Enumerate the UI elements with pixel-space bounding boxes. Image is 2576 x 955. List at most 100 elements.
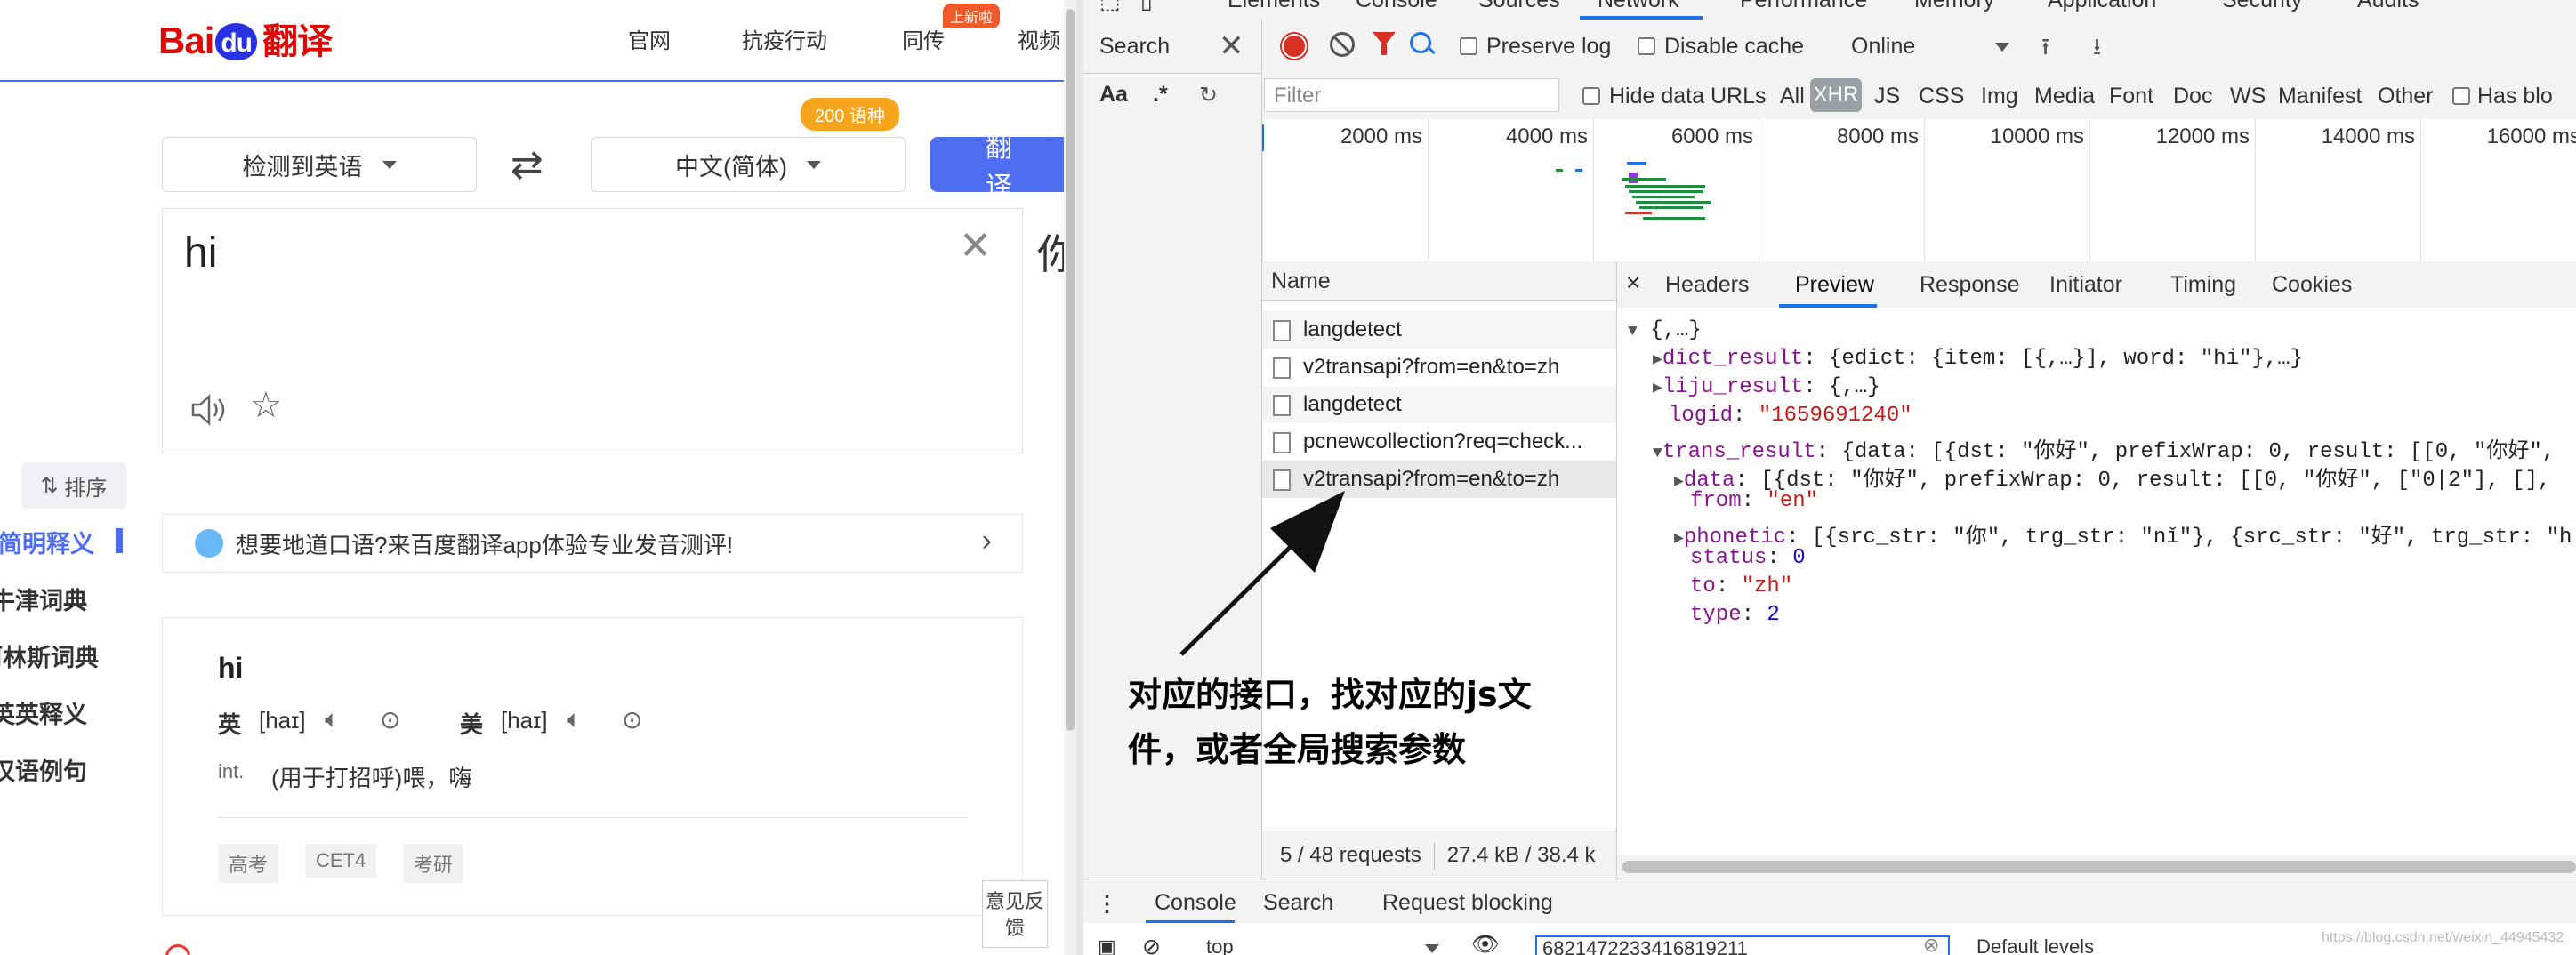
json-root[interactable]: ▼ {,…}	[1628, 318, 1702, 342]
tab-security[interactable]: Security	[2222, 0, 2302, 13]
live-expression-input[interactable]: 6821472233416819211	[1535, 935, 1950, 955]
name-column-header[interactable]: Name	[1262, 261, 1616, 301]
type-filter-doc[interactable]: Doc	[2173, 84, 2212, 109]
nav-official[interactable]: 官网	[628, 23, 671, 54]
device-toolbar-icon[interactable]: ▯	[1140, 0, 1153, 14]
scrollbar-thumb[interactable]	[1066, 9, 1075, 731]
has-blocked-checkbox[interactable]	[2452, 87, 2470, 105]
tab-timing[interactable]: Timing	[2170, 272, 2236, 298]
network-overview-timeline[interactable]: 2000 ms 4000 ms 6000 ms 8000 ms 10000 ms…	[1262, 119, 2576, 262]
type-filter-all[interactable]: All	[1780, 84, 1805, 109]
target-language-select[interactable]: 中文(简体)	[591, 137, 906, 192]
network-filter-bar: Filter Hide data URLs All XHR JS CSS Img…	[1262, 73, 2576, 120]
context-select[interactable]: top	[1206, 935, 1234, 955]
uk-speaker-icon[interactable]: 🔈︎	[325, 705, 340, 734]
us-speaker-icon[interactable]: 🔈︎	[567, 705, 582, 734]
type-filter-manifest[interactable]: Manifest	[2278, 84, 2362, 109]
type-filter-js[interactable]: JS	[1874, 84, 1900, 109]
import-har-icon[interactable]: ⭱	[2041, 30, 2049, 69]
tab-memory[interactable]: Memory	[1914, 0, 1994, 13]
type-filter-img[interactable]: Img	[1981, 84, 2018, 109]
json-dict-result[interactable]: ▶dict_result: {edict: {item: [{,…}], wor…	[1653, 347, 2303, 371]
json-liju-result[interactable]: ▶liju_result: {,…}	[1653, 375, 1880, 399]
clear-input-icon[interactable]: ⊗	[1923, 934, 1939, 955]
source-text-input[interactable]: hi ✕ ☆	[162, 208, 1023, 453]
sidebar-item-collins[interactable]: 柯林斯词典	[0, 638, 99, 673]
preserve-log-checkbox[interactable]	[1460, 37, 1477, 55]
nav-video[interactable]: 视频	[1018, 23, 1060, 54]
promo-banner[interactable]: 想要地道口语?来百度翻译app体验专业发音测评! ›	[162, 514, 1023, 573]
tab-cookies[interactable]: Cookies	[2272, 272, 2352, 298]
drawer-tab-search[interactable]: Search	[1263, 890, 1333, 916]
tab-elements[interactable]: Elements	[1228, 0, 1320, 13]
type-filter-font[interactable]: Font	[2109, 84, 2153, 109]
tab-performance[interactable]: Performance	[1740, 0, 1867, 13]
sidebar-toggle-icon[interactable]: ▣	[1098, 935, 1116, 955]
page-scrollbar[interactable]	[1064, 0, 1076, 955]
close-icon[interactable]: ✕	[1219, 28, 1244, 64]
nav-interpretation[interactable]: 同传	[902, 23, 945, 54]
baidu-logo[interactable]: Bai du 翻译	[158, 12, 333, 64]
clear-console-icon[interactable]: ⊘	[1142, 934, 1161, 955]
record-icon[interactable]	[1282, 34, 1307, 59]
tab-response[interactable]: Response	[1920, 272, 2020, 298]
star-icon[interactable]: ☆	[250, 385, 282, 426]
disable-cache-checkbox[interactable]	[1638, 37, 1655, 55]
tab-sources[interactable]: Sources	[1478, 0, 1560, 13]
sidebar-item-english[interactable]: 英英释义	[0, 695, 87, 730]
sidebar-item-examples[interactable]: 汉语例句	[0, 752, 87, 787]
translate-button[interactable]: 翻译	[930, 133, 1064, 202]
nav-epidemic[interactable]: 抗疫行动	[742, 23, 827, 54]
type-filter-ws[interactable]: WS	[2230, 84, 2266, 109]
feedback-button[interactable]: 意见反馈	[982, 880, 1048, 948]
tab-application[interactable]: Application	[2048, 0, 2156, 13]
drawer-tab-console[interactable]: Console	[1155, 890, 1236, 916]
search-icon[interactable]	[1410, 32, 1431, 53]
uk-replay-icon[interactable]: ⊙	[380, 705, 400, 734]
json-data[interactable]: ▶data: [{dst: "你好", prefixWrap: 0, resul…	[1674, 461, 2550, 493]
tab-audits[interactable]: Audits	[2357, 0, 2419, 13]
tab-console[interactable]: Console	[1356, 0, 1437, 13]
request-row[interactable]: langdetect	[1262, 386, 1616, 423]
split-divider[interactable]	[1076, 0, 1083, 955]
filter-input[interactable]: Filter	[1264, 78, 1559, 112]
tab-preview[interactable]: Preview	[1795, 272, 1874, 298]
speaker-icon[interactable]	[189, 392, 230, 428]
hide-data-urls-checkbox[interactable]	[1582, 87, 1600, 105]
type-filter-other[interactable]: Other	[2378, 84, 2434, 109]
tab-initiator[interactable]: Initiator	[2049, 272, 2122, 298]
inspect-icon[interactable]: ⬚	[1099, 0, 1121, 14]
type-filter-xhr[interactable]: XHR	[1810, 78, 1862, 112]
json-phonetic[interactable]: ▶phonetic: [{src_str: "你", trg_str: "nǐ"…	[1674, 518, 2572, 550]
scrollbar-thumb[interactable]	[1622, 861, 2576, 873]
type-filter-media[interactable]: Media	[2034, 84, 2095, 109]
swap-languages-icon[interactable]: ⇄	[511, 142, 543, 188]
sidebar-item-oxford[interactable]: 牛津词典	[0, 582, 87, 616]
match-case-toggle[interactable]: Aa	[1099, 82, 1128, 108]
type-filter-css[interactable]: CSS	[1919, 84, 1964, 109]
source-language-select[interactable]: 检测到英语	[162, 137, 477, 192]
throttling-select[interactable]: Online	[1851, 34, 1915, 60]
request-count: 5 / 48 requests	[1280, 843, 1421, 867]
request-row[interactable]: pcnewcollection?req=check...	[1262, 423, 1616, 461]
horizontal-scrollbar[interactable]	[1617, 855, 2576, 879]
json-trans-result[interactable]: ▼trans_result: {data: [{dst: "你好", prefi…	[1653, 432, 2555, 464]
log-levels-select[interactable]: Default levels	[1976, 935, 2094, 955]
request-row[interactable]: langdetect	[1262, 311, 1616, 349]
clear-icon[interactable]	[1330, 32, 1355, 57]
export-har-icon[interactable]: ⭳	[2093, 30, 2101, 69]
tab-network[interactable]: Network	[1598, 0, 1679, 13]
drawer-tab-request-blocking[interactable]: Request blocking	[1382, 890, 1553, 916]
clear-input-icon[interactable]: ✕	[959, 223, 992, 269]
eye-icon[interactable]: 👁︎	[1471, 932, 1500, 955]
drawer-menu-icon[interactable]: ⋮	[1096, 890, 1118, 917]
sort-button[interactable]: ⇅ 排序	[21, 462, 126, 509]
refresh-icon[interactable]: ↻	[1199, 82, 1218, 108]
close-icon[interactable]: ×	[1626, 269, 1640, 297]
tab-headers[interactable]: Headers	[1665, 272, 1750, 298]
request-row[interactable]: v2transapi?from=en&to=zh	[1262, 349, 1616, 386]
us-replay-icon[interactable]: ⊙	[622, 705, 642, 734]
sidebar-item-concise[interactable]: 简明释义	[0, 525, 94, 559]
timeline-bar	[1639, 206, 1703, 209]
regex-toggle[interactable]: .*	[1153, 82, 1168, 108]
